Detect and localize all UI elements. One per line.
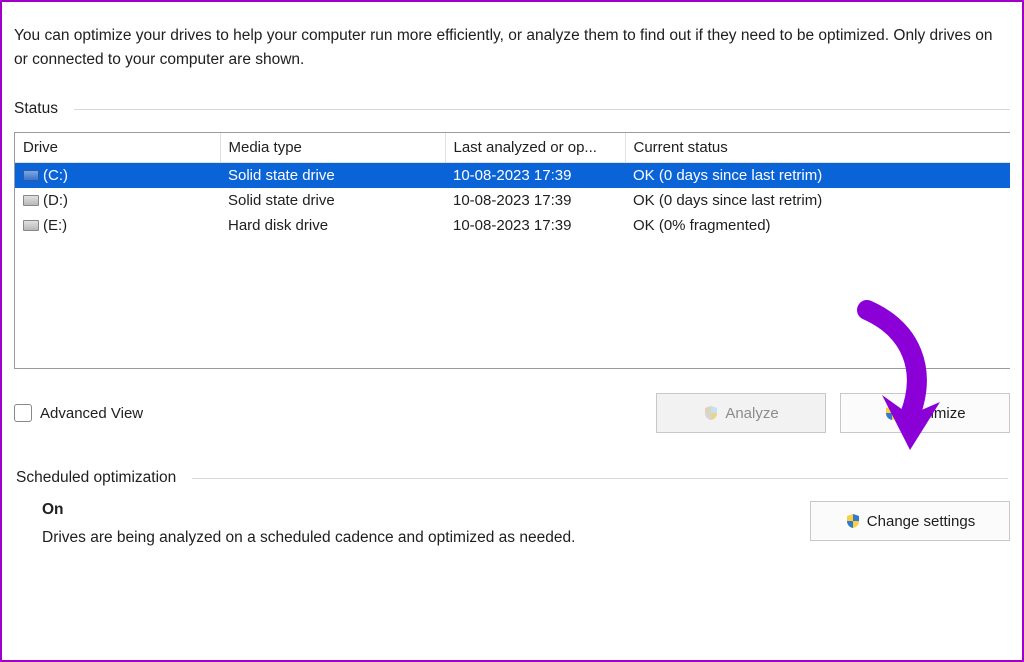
shield-icon bbox=[884, 405, 900, 421]
status-label: Status bbox=[14, 100, 58, 118]
drive-last: 10-08-2023 17:39 bbox=[445, 213, 625, 238]
divider bbox=[74, 109, 1010, 110]
col-status[interactable]: Current status bbox=[625, 133, 1010, 163]
shield-icon bbox=[703, 405, 719, 421]
drive-last: 10-08-2023 17:39 bbox=[445, 188, 625, 213]
drive-status: OK (0 days since last retrim) bbox=[625, 188, 1010, 213]
scheduled-state: On bbox=[42, 501, 792, 519]
table-empty-area[interactable] bbox=[15, 238, 1010, 368]
change-settings-label: Change settings bbox=[867, 513, 975, 530]
drive-icon bbox=[23, 220, 39, 231]
optimize-drives-window: You can optimize your drives to help you… bbox=[0, 0, 1024, 662]
scheduled-label: Scheduled optimization bbox=[16, 469, 176, 487]
drive-status: OK (0 days since last retrim) bbox=[625, 163, 1010, 189]
table-row[interactable]: (E:) Hard disk drive10-08-2023 17:39OK (0… bbox=[15, 213, 1010, 238]
col-drive[interactable]: Drive bbox=[15, 133, 220, 163]
toolbar: Advanced View Analyze Optimize bbox=[14, 393, 1010, 433]
optimize-button[interactable]: Optimize bbox=[840, 393, 1010, 433]
drive-name: (E:) bbox=[43, 217, 67, 234]
drive-last: 10-08-2023 17:39 bbox=[445, 163, 625, 189]
analyze-label: Analyze bbox=[725, 405, 778, 422]
scheduled-section-header: Scheduled optimization bbox=[16, 469, 1008, 487]
table-row[interactable]: (D:) Solid state drive10-08-2023 17:39OK … bbox=[15, 188, 1010, 213]
drive-table-container: Drive Media type Last analyzed or op... … bbox=[14, 132, 1010, 369]
scheduled-optimization-section: Scheduled optimization On Drives are bei… bbox=[14, 469, 1010, 547]
shield-icon bbox=[845, 513, 861, 529]
intro-text: You can optimize your drives to help you… bbox=[14, 24, 1010, 72]
drive-media: Solid state drive bbox=[220, 188, 445, 213]
scheduled-body: On Drives are being analyzed on a schedu… bbox=[14, 501, 1010, 547]
checkbox-icon[interactable] bbox=[14, 404, 32, 422]
drive-status: OK (0% fragmented) bbox=[625, 213, 1010, 238]
drive-name: (D:) bbox=[43, 192, 68, 209]
drive-name: (C:) bbox=[43, 167, 68, 184]
col-media[interactable]: Media type bbox=[220, 133, 445, 163]
optimize-label: Optimize bbox=[906, 405, 965, 422]
divider bbox=[192, 478, 1008, 479]
drive-table[interactable]: Drive Media type Last analyzed or op... … bbox=[15, 133, 1010, 238]
drive-media: Hard disk drive bbox=[220, 213, 445, 238]
drive-icon bbox=[23, 170, 39, 181]
drive-icon bbox=[23, 195, 39, 206]
scheduled-description: Drives are being analyzed on a scheduled… bbox=[42, 529, 792, 547]
table-header-row[interactable]: Drive Media type Last analyzed or op... … bbox=[15, 133, 1010, 163]
advanced-view-label: Advanced View bbox=[40, 405, 143, 422]
advanced-view-checkbox[interactable]: Advanced View bbox=[14, 404, 143, 422]
change-settings-button[interactable]: Change settings bbox=[810, 501, 1010, 541]
col-last[interactable]: Last analyzed or op... bbox=[445, 133, 625, 163]
drive-media: Solid state drive bbox=[220, 163, 445, 189]
status-section-header: Status bbox=[14, 100, 1010, 118]
scheduled-text: On Drives are being analyzed on a schedu… bbox=[42, 501, 792, 547]
analyze-button: Analyze bbox=[656, 393, 826, 433]
table-row[interactable]: (C:) Solid state drive10-08-2023 17:39OK … bbox=[15, 163, 1010, 189]
